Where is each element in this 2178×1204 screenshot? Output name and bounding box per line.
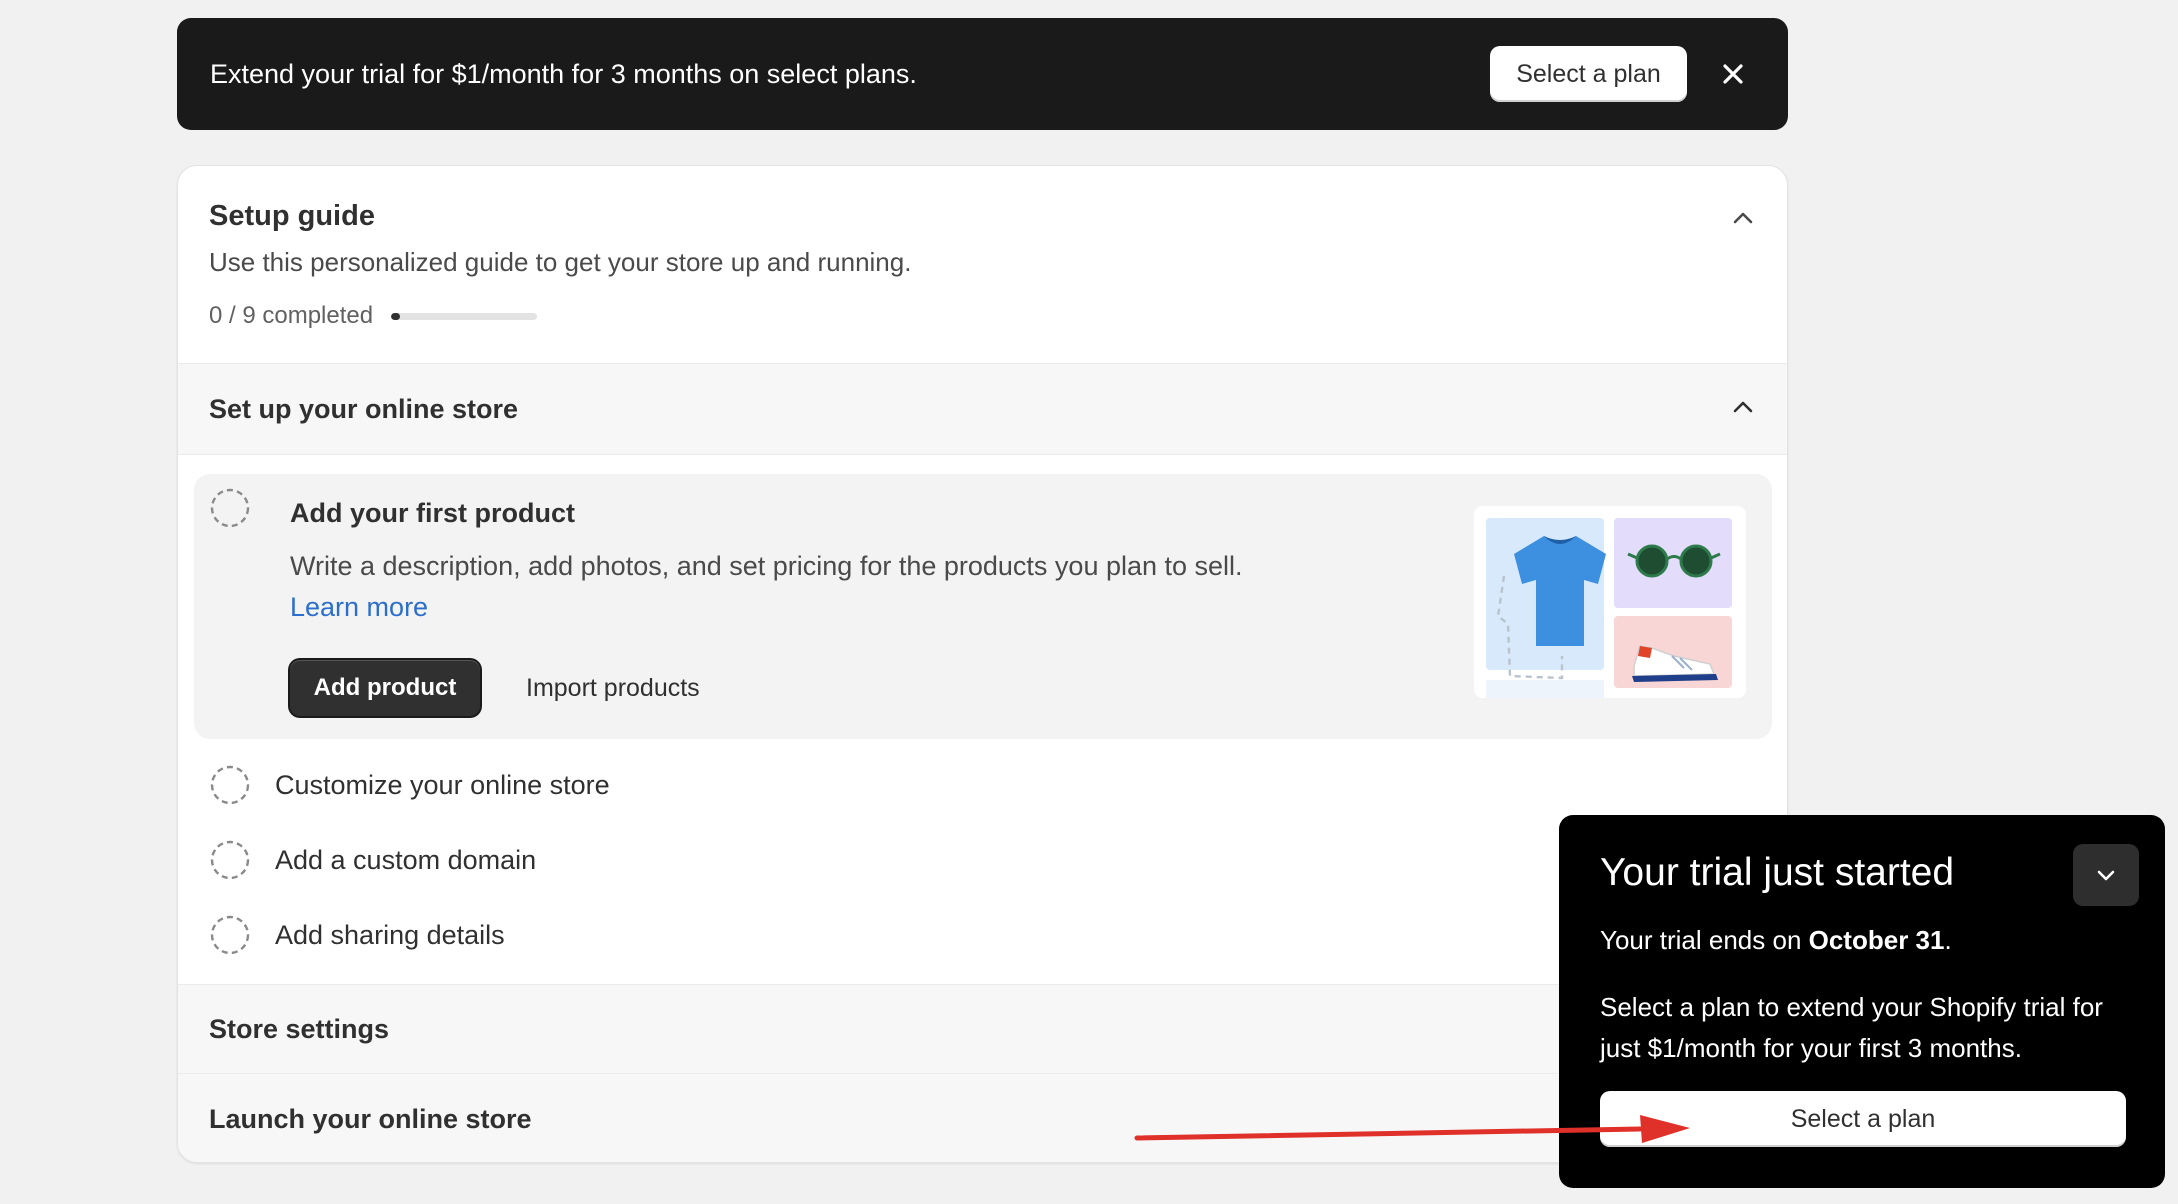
task-sharing-details[interactable]: Add sharing details <box>194 905 1394 965</box>
setup-guide-card: Setup guide Use this personalized guide … <box>177 165 1788 1163</box>
product-illustration <box>1474 506 1746 698</box>
progress-fill <box>391 312 400 320</box>
task-label: Add sharing details <box>275 919 505 950</box>
banner-select-plan-button[interactable]: Select a plan <box>1490 46 1687 102</box>
import-products-button[interactable]: Import products <box>512 660 714 716</box>
progress-bar <box>391 312 538 320</box>
section-collapse-button[interactable] <box>1723 387 1763 427</box>
trial-popup: Your trial just started Your trial ends … <box>1559 815 2165 1188</box>
incomplete-circle-icon[interactable] <box>210 488 250 528</box>
chevron-up-icon <box>1733 401 1753 413</box>
section-store-settings[interactable]: Store settings <box>178 984 1787 1074</box>
banner-text: Extend your trial for $1/month for 3 mon… <box>210 58 917 89</box>
popup-title: Your trial just started <box>1600 851 1955 894</box>
setup-guide-subtitle: Use this personalized guide to get your … <box>209 247 912 277</box>
task-add-first-product: Add your first product Write a descripti… <box>194 474 1772 739</box>
chevron-up-icon <box>1733 212 1753 224</box>
setup-guide-collapse-button[interactable] <box>1723 198 1763 238</box>
setup-guide-title: Setup guide <box>209 200 375 232</box>
add-product-button[interactable]: Add product <box>290 660 480 716</box>
banner-close-button[interactable] <box>1711 52 1755 96</box>
chevron-down-icon <box>2097 870 2115 880</box>
incomplete-circle-icon[interactable] <box>210 840 250 880</box>
task-title: Add your first product <box>290 498 575 528</box>
setup-guide-header: Setup guide Use this personalized guide … <box>209 200 1756 330</box>
trial-end-suffix: . <box>1944 925 1952 955</box>
popup-trial-end: Your trial ends on October 31. <box>1600 925 1952 956</box>
trial-end-date: October 31 <box>1808 925 1945 955</box>
section-title: Store settings <box>209 1013 390 1044</box>
close-icon <box>1723 64 1743 84</box>
incomplete-circle-icon[interactable] <box>210 915 250 955</box>
incomplete-circle-icon[interactable] <box>210 765 250 805</box>
section-title: Set up your online store <box>209 393 519 424</box>
learn-more-link[interactable]: Learn more <box>290 592 428 622</box>
progress-row: 0 / 9 completed <box>209 302 1756 330</box>
product-illustration-art <box>1486 518 1732 698</box>
task-customize-store[interactable]: Customize your online store <box>194 755 1394 815</box>
section-online-store[interactable]: Set up your online store <box>178 363 1787 455</box>
trial-end-prefix: Your trial ends on <box>1600 925 1809 955</box>
task-label: Customize your online store <box>275 769 610 800</box>
section-launch-store[interactable]: Launch your online store <box>178 1073 1787 1162</box>
popup-collapse-button[interactable] <box>2073 844 2139 906</box>
popup-select-plan-button[interactable]: Select a plan <box>1600 1091 2126 1147</box>
task-description: Write a description, add photos, and set… <box>290 546 1250 628</box>
section-title: Launch your online store <box>209 1103 532 1134</box>
popup-description: Select a plan to extend your Shopify tri… <box>1600 992 2103 1063</box>
trial-banner: Extend your trial for $1/month for 3 mon… <box>177 18 1788 130</box>
task-label: Add a custom domain <box>275 844 537 875</box>
progress-text: 0 / 9 completed <box>209 302 374 329</box>
task-custom-domain[interactable]: Add a custom domain <box>194 830 1394 890</box>
task-description-text: Write a description, add photos, and set… <box>290 551 1243 581</box>
